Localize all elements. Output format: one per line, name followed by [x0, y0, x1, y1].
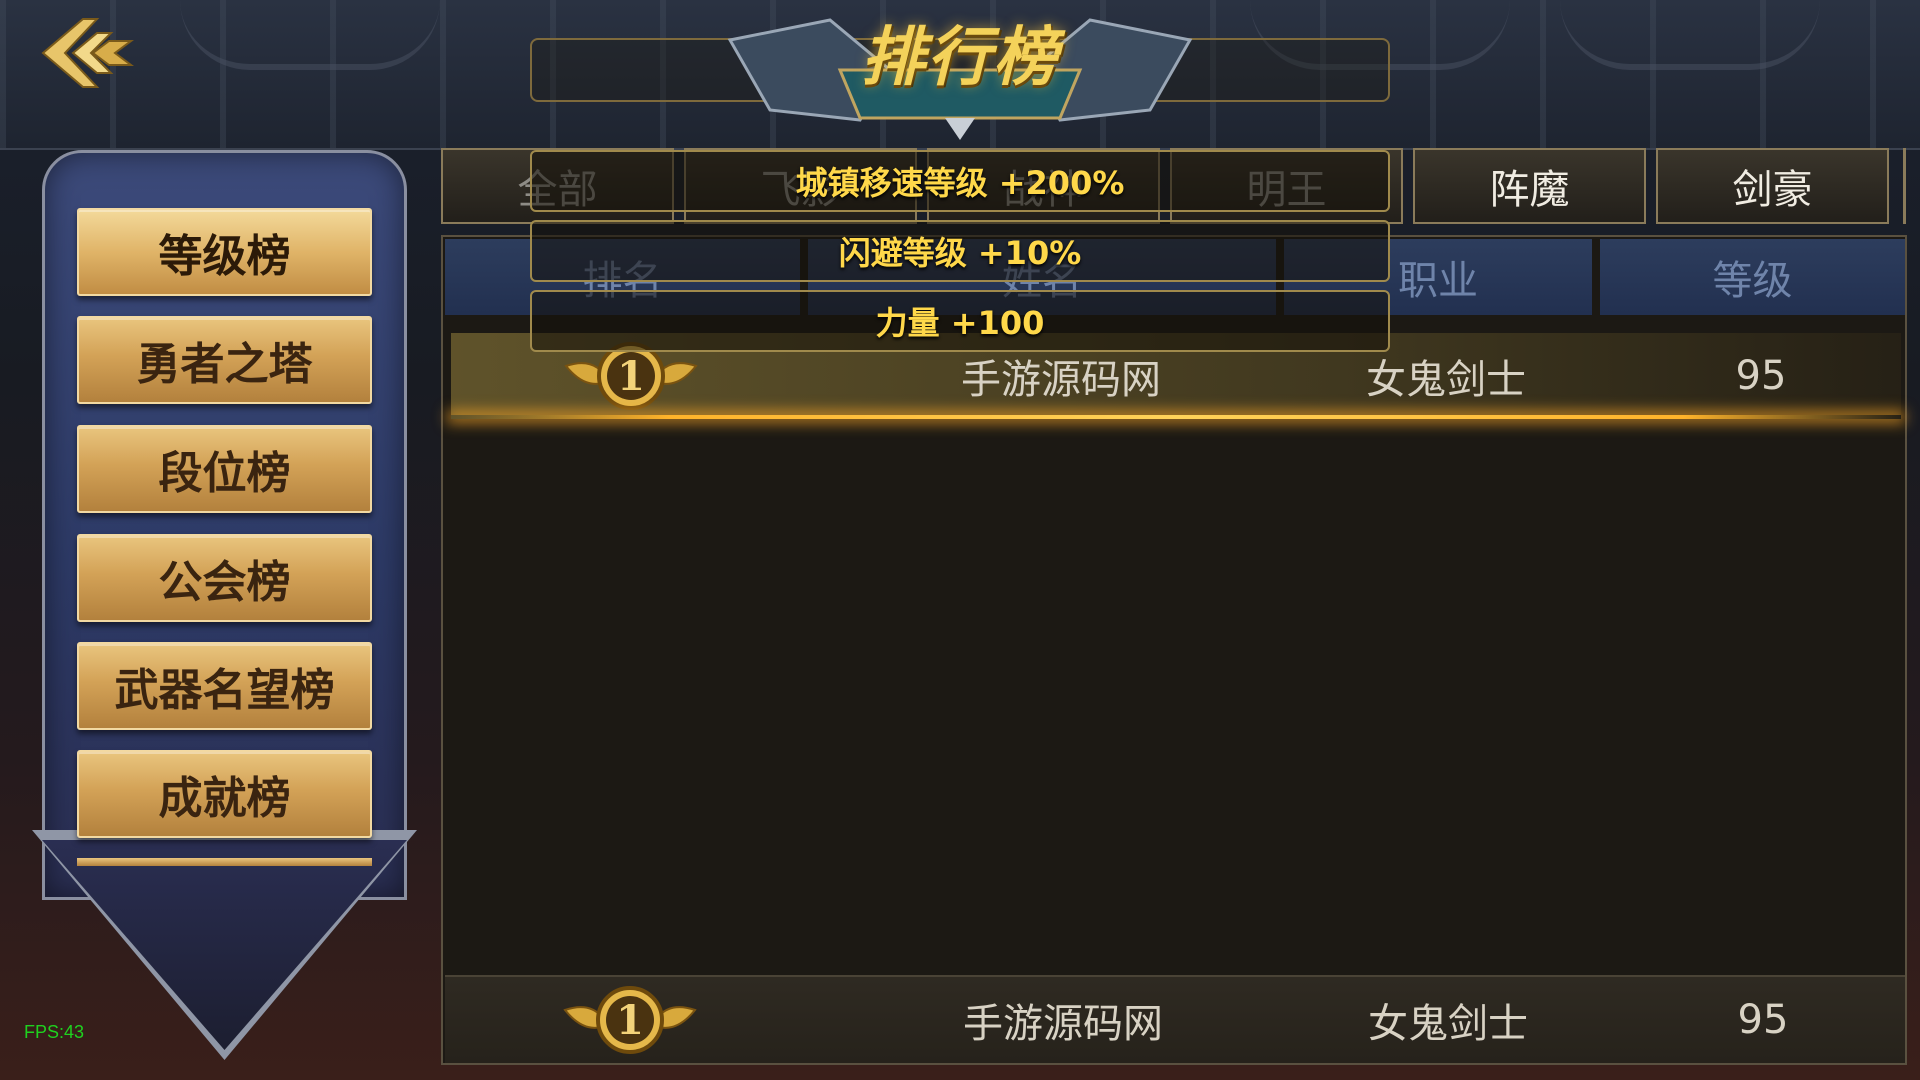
- player-level: 95: [1735, 353, 1787, 399]
- sidebar-item-guild-ranking[interactable]: 公会榜: [77, 534, 372, 622]
- sidebar-item-tier-ranking[interactable]: 段位榜: [77, 425, 372, 513]
- my-level: 95: [1737, 997, 1789, 1043]
- my-rank-row: 1 手游源码网 女鬼剑士 95: [445, 975, 1905, 1063]
- sidebar-item-label: 等级榜: [158, 231, 291, 282]
- back-arrow-icon: [41, 18, 134, 88]
- background-arch: [1560, 0, 1820, 70]
- tab-jianhao[interactable]: 剑豪: [1656, 148, 1889, 224]
- back-button[interactable]: [30, 8, 140, 98]
- background-arch: [180, 0, 440, 70]
- sidebar-item-label: 勇者之塔: [136, 339, 313, 390]
- sidebar-item-label: 武器名望榜: [114, 665, 335, 716]
- sidebar-item-label: 公会榜: [158, 557, 291, 608]
- sidebar-tip: [42, 840, 407, 1050]
- sidebar-item-partial[interactable]: [77, 858, 372, 866]
- highlight-glow: [451, 415, 1901, 419]
- tab-label: 阵魔: [1489, 167, 1570, 213]
- tab-scroll-edge: [1903, 148, 1913, 224]
- sidebar-item-level-ranking[interactable]: 等级榜: [77, 208, 372, 296]
- rank-medal-icon: 1: [563, 986, 697, 1054]
- page-title: 排行榜: [861, 21, 1059, 95]
- buff-move-speed: 城镇移速等级 +200%: [530, 150, 1390, 212]
- sidebar-item-achievement-ranking[interactable]: 成就榜: [77, 750, 372, 838]
- buff-dodge: 闪避等级 +10%: [530, 220, 1390, 282]
- my-name: 手游源码网: [963, 1001, 1163, 1047]
- title-emblem: 排行榜: [710, 0, 1210, 140]
- column-header-level: 等级: [1600, 239, 1905, 315]
- tab-label: 剑豪: [1732, 167, 1813, 213]
- sidebar-item-label: 段位榜: [158, 448, 291, 499]
- sidebar-item-hero-tower[interactable]: 勇者之塔: [77, 316, 372, 404]
- fps-counter: FPS:43: [24, 1022, 85, 1042]
- my-class: 女鬼剑士: [1368, 1001, 1528, 1047]
- buff-strength: 力量 +100: [530, 290, 1390, 352]
- rank-cell: 1: [520, 977, 740, 1063]
- sidebar-item-weapon-fame-ranking[interactable]: 武器名望榜: [77, 642, 372, 730]
- ranking-category-sidebar: 等级榜 勇者之塔 段位榜 公会榜 武器名望榜 成就榜: [32, 150, 417, 1060]
- rank-medal-number: 1: [617, 353, 645, 400]
- ranking-table: 排名 姓名 职业 等级 1 手游源码网 女鬼剑士 95 1: [441, 235, 1907, 1065]
- tab-zhenmo[interactable]: 阵魔: [1413, 148, 1646, 224]
- rank-medal-number: 1: [616, 997, 644, 1044]
- sidebar-item-label: 成就榜: [158, 773, 291, 824]
